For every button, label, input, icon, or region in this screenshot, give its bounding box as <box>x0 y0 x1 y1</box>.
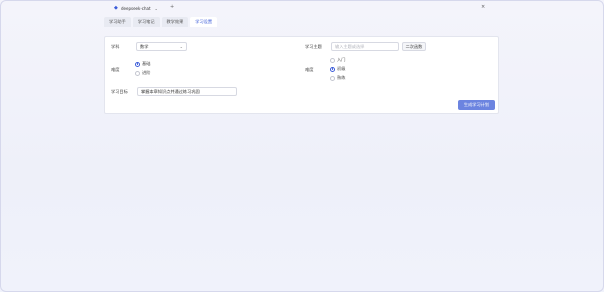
target-label: 学习目标 <box>111 89 128 94</box>
tab-results[interactable]: 教学效果 <box>161 17 189 27</box>
subject-select[interactable]: 数学 ⌄ <box>136 42 187 51</box>
browser-tab[interactable]: ◆ deepseek-chat ⌄ <box>114 4 166 13</box>
browser-tab-title: deepseek-chat <box>121 6 151 11</box>
topic-label: 学习主题 <box>305 44 322 49</box>
level-label: 难度 <box>305 67 314 72</box>
radio-icon <box>135 70 140 76</box>
target-input[interactable]: 掌握本章知识点并通过练习巩固 <box>137 87 237 96</box>
radio-icon <box>330 75 335 81</box>
goal-option-basic[interactable]: 基础 <box>135 61 150 67</box>
level-option-beginner[interactable]: 初级 <box>330 66 345 72</box>
subject-label: 学科 <box>111 44 120 49</box>
topic-input[interactable]: 输入主题或选择 <box>331 42 399 51</box>
radio-selected-icon <box>330 66 335 72</box>
settings-panel: 学科 数学 ⌄ 学习主题 输入主题或选择 二次函数 难度 基础 进阶 难度 入门… <box>104 36 499 114</box>
close-icon[interactable]: × <box>481 4 485 10</box>
generate-plan-button[interactable]: 生成学习计划 <box>458 100 495 110</box>
tab-notes[interactable]: 学习笔记 <box>132 17 160 27</box>
goal-label: 难度 <box>111 67 120 72</box>
level-option-intro[interactable]: 入门 <box>330 57 345 63</box>
tab-settings[interactable]: 学习设置 <box>190 17 218 27</box>
whale-logo-icon: ◆ <box>114 5 118 11</box>
goal-option-advanced[interactable]: 进阶 <box>135 70 150 76</box>
radio-selected-icon <box>135 61 140 67</box>
subject-value: 数学 <box>140 44 149 49</box>
browser-tab-bar: ◆ deepseek-chat ⌄ + × <box>0 0 604 16</box>
new-tab-button[interactable]: + <box>170 4 174 10</box>
nav-tabs: 学习助手 学习笔记 教学效果 学习设置 <box>104 17 218 27</box>
radio-icon <box>330 57 335 63</box>
tab-assistant[interactable]: 学习助手 <box>104 17 131 27</box>
chevron-down-icon: ⌄ <box>179 44 183 49</box>
topic-suggest-button[interactable]: 二次函数 <box>402 42 426 51</box>
level-option-proficient[interactable]: 熟练 <box>330 75 345 81</box>
chevron-down-icon[interactable]: ⌄ <box>155 6 158 11</box>
